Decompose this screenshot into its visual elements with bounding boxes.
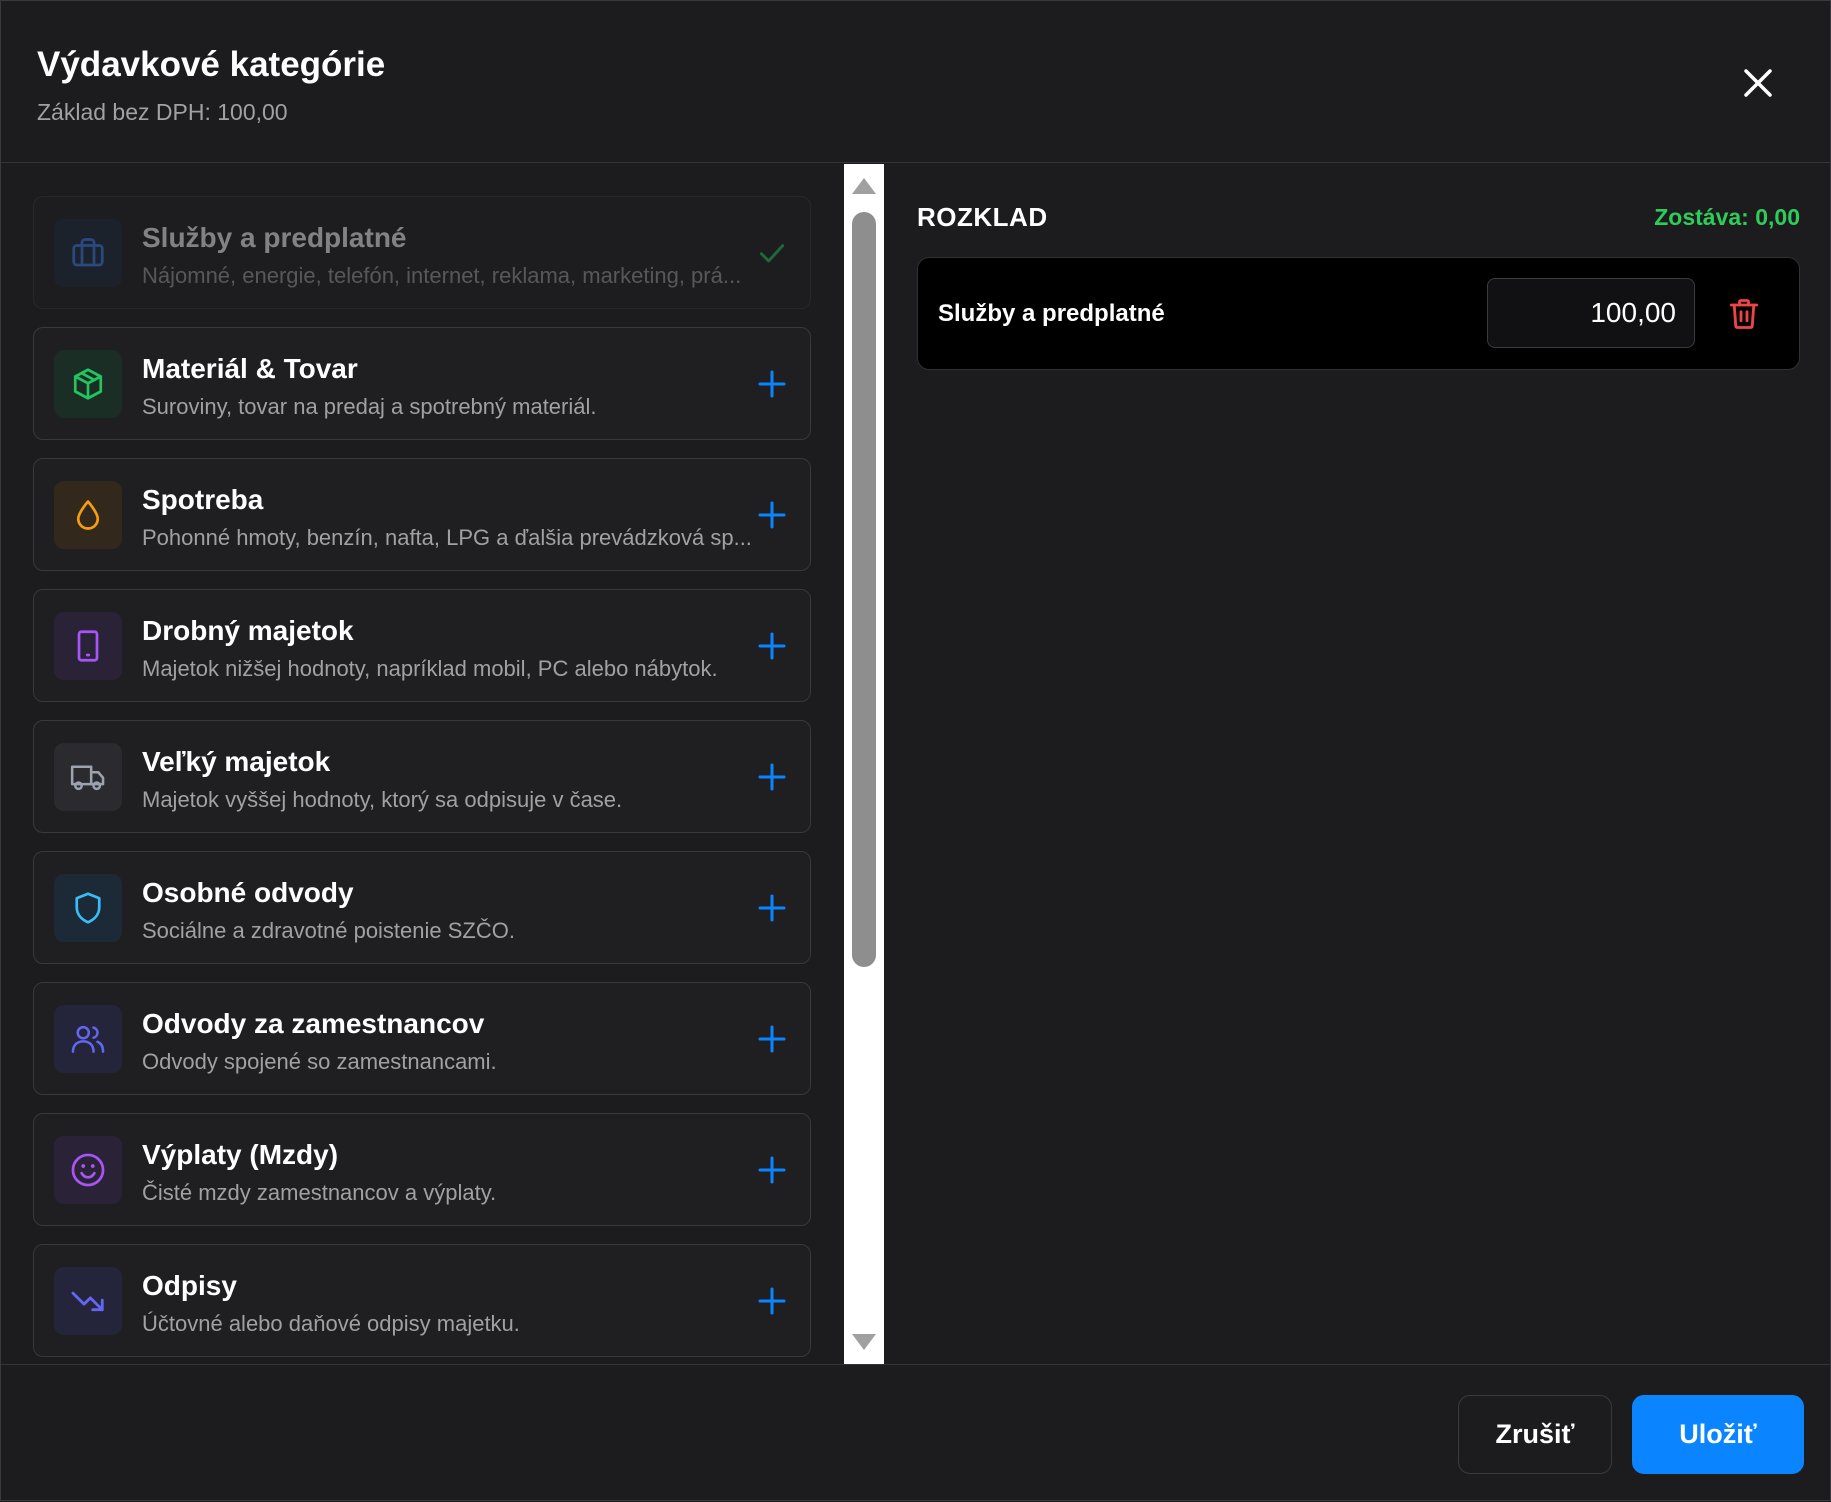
category-description: Čisté mzdy zamestnancov a výplaty. bbox=[142, 1180, 497, 1205]
delete-row-button[interactable] bbox=[1726, 295, 1762, 333]
add-category-button[interactable] bbox=[756, 761, 788, 793]
category-card-material[interactable]: Materiál & Tovar Suroviny, tovar na pred… bbox=[33, 327, 811, 440]
add-category-button[interactable] bbox=[756, 1023, 788, 1055]
remaining-amount: Zostáva: 0,00 bbox=[1654, 204, 1800, 230]
category-card-consumption[interactable]: Spotreba Pohonné hmoty, benzín, nafta, L… bbox=[33, 458, 811, 571]
category-card-wages[interactable]: Výplaty (Mzdy) Čisté mzdy zamestnancov a… bbox=[33, 1113, 811, 1226]
category-list: Služby a predplatné Nájomné, energie, te… bbox=[33, 196, 811, 1364]
modal-header: Výdavkové kategórie Základ bez DPH: 100,… bbox=[1, 1, 1830, 163]
users-icon bbox=[71, 1025, 105, 1053]
category-card-personal-levies[interactable]: Osobné odvody Sociálne a zdravotné poist… bbox=[33, 851, 811, 964]
add-category-button[interactable] bbox=[756, 368, 788, 400]
scroll-down-arrow-icon[interactable] bbox=[852, 1334, 876, 1350]
category-icon-box bbox=[54, 743, 122, 811]
category-list-pane: Služby a predplatné Nájomné, energie, te… bbox=[1, 164, 844, 1364]
category-name: Spotreba bbox=[142, 484, 264, 515]
trash-icon bbox=[1729, 299, 1759, 329]
add-category-button[interactable] bbox=[756, 1285, 788, 1317]
add-category-button[interactable] bbox=[756, 892, 788, 924]
plus-icon bbox=[758, 1287, 786, 1315]
breakdown-amount-input[interactable] bbox=[1487, 278, 1695, 348]
category-name: Výplaty (Mzdy) bbox=[142, 1139, 339, 1170]
modal-title: Výdavkové kategórie bbox=[37, 45, 386, 84]
category-description: Majetok nižšej hodnoty, napríklad mobil,… bbox=[142, 656, 718, 681]
category-name: Materiál & Tovar bbox=[142, 353, 358, 384]
category-description: Nájomné, energie, telefón, internet, rek… bbox=[142, 263, 742, 288]
category-name: Osobné odvody bbox=[142, 877, 354, 908]
category-description: Sociálne a zdravotné poistenie SZČO. bbox=[142, 918, 515, 943]
save-button[interactable]: Uložiť bbox=[1632, 1395, 1804, 1474]
modal-subtitle: Základ bez DPH: 100,00 bbox=[37, 99, 288, 125]
category-name: Veľký majetok bbox=[142, 746, 331, 777]
category-card-large-assets[interactable]: Veľký majetok Majetok vyššej hodnoty, kt… bbox=[33, 720, 811, 833]
plus-icon bbox=[758, 501, 786, 529]
category-icon-box bbox=[54, 481, 122, 549]
scroll-thumb[interactable] bbox=[852, 212, 876, 967]
plus-icon bbox=[758, 894, 786, 922]
breakdown-row: Služby a predplatné bbox=[917, 257, 1800, 370]
category-selected-indicator bbox=[756, 237, 788, 269]
expense-categories-modal: Výdavkové kategórie Základ bez DPH: 100,… bbox=[0, 0, 1831, 1501]
check-icon bbox=[759, 244, 785, 263]
category-name: Odpisy bbox=[142, 1270, 237, 1301]
category-description: Suroviny, tovar na predaj a spotrebný ma… bbox=[142, 394, 597, 419]
category-icon-box bbox=[54, 612, 122, 680]
close-button[interactable] bbox=[1738, 63, 1778, 103]
category-name: Služby a predplatné bbox=[142, 222, 407, 253]
category-card-small-assets[interactable]: Drobný majetok Majetok nižšej hodnoty, n… bbox=[33, 589, 811, 702]
category-icon-box bbox=[54, 219, 122, 287]
category-card-depreciation[interactable]: Odpisy Účtovné alebo daňové odpisy majet… bbox=[33, 1244, 811, 1357]
category-icon-box bbox=[54, 1267, 122, 1335]
scroll-up-arrow-icon[interactable] bbox=[852, 178, 876, 194]
category-description: Odvody spojené so zamestnancami. bbox=[142, 1049, 497, 1074]
trending-down-icon bbox=[71, 1291, 104, 1312]
plus-icon bbox=[758, 632, 786, 660]
breakdown-title: ROZKLAD bbox=[917, 202, 1048, 232]
plus-icon bbox=[758, 370, 786, 398]
category-card-employee-levies[interactable]: Odvody za zamestnancov Odvody spojené so… bbox=[33, 982, 811, 1095]
category-icon-box bbox=[54, 1005, 122, 1073]
category-icon-box bbox=[54, 874, 122, 942]
smile-icon bbox=[71, 1153, 105, 1187]
plus-icon bbox=[758, 1156, 786, 1184]
shield-icon bbox=[75, 892, 101, 924]
add-category-button[interactable] bbox=[756, 1154, 788, 1186]
cancel-button[interactable]: Zrušiť bbox=[1458, 1395, 1612, 1474]
breakdown-row-name: Služby a predplatné bbox=[938, 300, 1165, 327]
category-description: Účtovné alebo daňové odpisy majetku. bbox=[142, 1311, 520, 1336]
category-list-scrollbar[interactable] bbox=[844, 164, 884, 1364]
truck-icon bbox=[70, 765, 105, 791]
category-icon-box bbox=[54, 1136, 122, 1204]
breakdown-pane: ROZKLAD Zostáva: 0,00 Služby a predplatn… bbox=[884, 164, 1831, 1364]
close-icon bbox=[1744, 69, 1772, 97]
package-icon bbox=[73, 368, 103, 400]
category-icon-box bbox=[54, 350, 122, 418]
briefcase-icon bbox=[72, 238, 104, 267]
modal-footer: Zrušiť Uložiť bbox=[1, 1364, 1830, 1502]
category-name: Drobný majetok bbox=[142, 615, 354, 646]
category-description: Majetok vyššej hodnoty, ktorý sa odpisuj… bbox=[142, 787, 623, 812]
plus-icon bbox=[758, 763, 786, 791]
category-name: Odvody za zamestnancov bbox=[142, 1008, 485, 1039]
category-description: Pohonné hmoty, benzín, nafta, LPG a ďalš… bbox=[142, 525, 752, 550]
plus-icon bbox=[758, 1025, 786, 1053]
tablet-icon bbox=[77, 630, 99, 662]
add-category-button[interactable] bbox=[756, 630, 788, 662]
category-card-services[interactable]: Služby a predplatné Nájomné, energie, te… bbox=[33, 196, 811, 309]
droplet-icon bbox=[76, 500, 100, 530]
add-category-button[interactable] bbox=[756, 499, 788, 531]
